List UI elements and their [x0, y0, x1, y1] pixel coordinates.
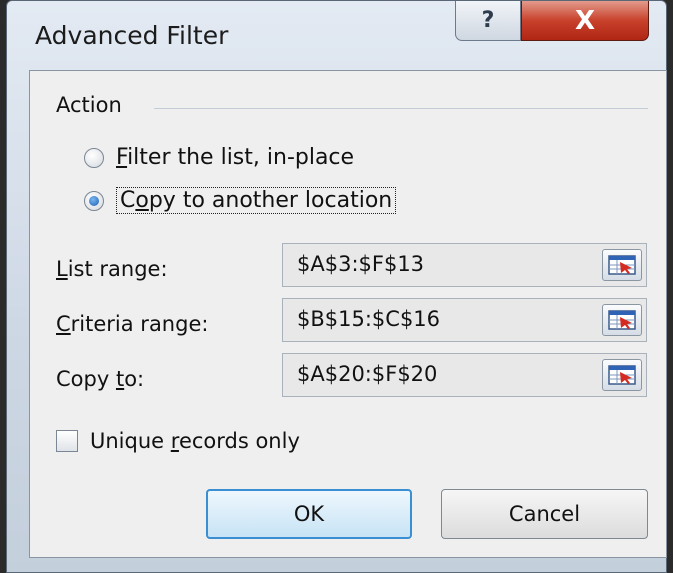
- dialog-title: Advanced Filter: [35, 21, 229, 50]
- criteria-range-label: Criteria range:: [56, 312, 209, 336]
- unique-records-label: Unique records only: [90, 429, 300, 453]
- list-range-label: List range:: [56, 257, 168, 281]
- radio-label: Filter the list, in-place: [116, 145, 355, 170]
- cancel-button[interactable]: Cancel: [441, 489, 648, 539]
- copy-to-field[interactable]: $A$20:$F$20: [282, 353, 647, 397]
- close-icon: X: [574, 5, 596, 36]
- criteria-range-value[interactable]: $B$15:$C$16: [297, 307, 440, 331]
- radio-label: Copy to another location: [116, 187, 397, 214]
- list-range-picker-button[interactable]: [602, 249, 642, 281]
- group-divider: [154, 108, 648, 109]
- radio-copy-to-location[interactable]: Copy to another location: [84, 187, 397, 214]
- radio-filter-in-place[interactable]: Filter the list, in-place: [84, 145, 354, 170]
- copy-to-value[interactable]: $A$20:$F$20: [297, 362, 437, 386]
- ok-button[interactable]: OK: [206, 489, 412, 539]
- collapse-dialog-icon: [608, 310, 636, 330]
- copy-to-picker-button[interactable]: [602, 359, 642, 391]
- unique-records-checkbox[interactable]: [56, 430, 78, 452]
- collapse-dialog-icon: [608, 255, 636, 275]
- help-button[interactable]: ?: [455, 1, 521, 41]
- dialog-body: Action Filter the list, in-place Copy to…: [29, 70, 667, 558]
- advanced-filter-dialog: Advanced Filter ? X Action Filter the li…: [6, 0, 667, 573]
- action-group-label: Action: [56, 93, 122, 117]
- radio-circle[interactable]: [84, 147, 104, 168]
- list-range-value[interactable]: $A$3:$F$13: [297, 252, 424, 276]
- criteria-range-field[interactable]: $B$15:$C$16: [282, 298, 647, 342]
- close-button[interactable]: X: [521, 1, 649, 41]
- collapse-dialog-icon: [608, 365, 636, 385]
- copy-to-label: Copy to:: [56, 367, 145, 391]
- unique-records-checkbox-row[interactable]: Unique records only: [56, 429, 300, 453]
- help-icon: ?: [481, 8, 495, 33]
- radio-circle-selected[interactable]: [84, 190, 104, 211]
- criteria-range-picker-button[interactable]: [602, 304, 642, 336]
- list-range-field[interactable]: $A$3:$F$13: [282, 243, 647, 287]
